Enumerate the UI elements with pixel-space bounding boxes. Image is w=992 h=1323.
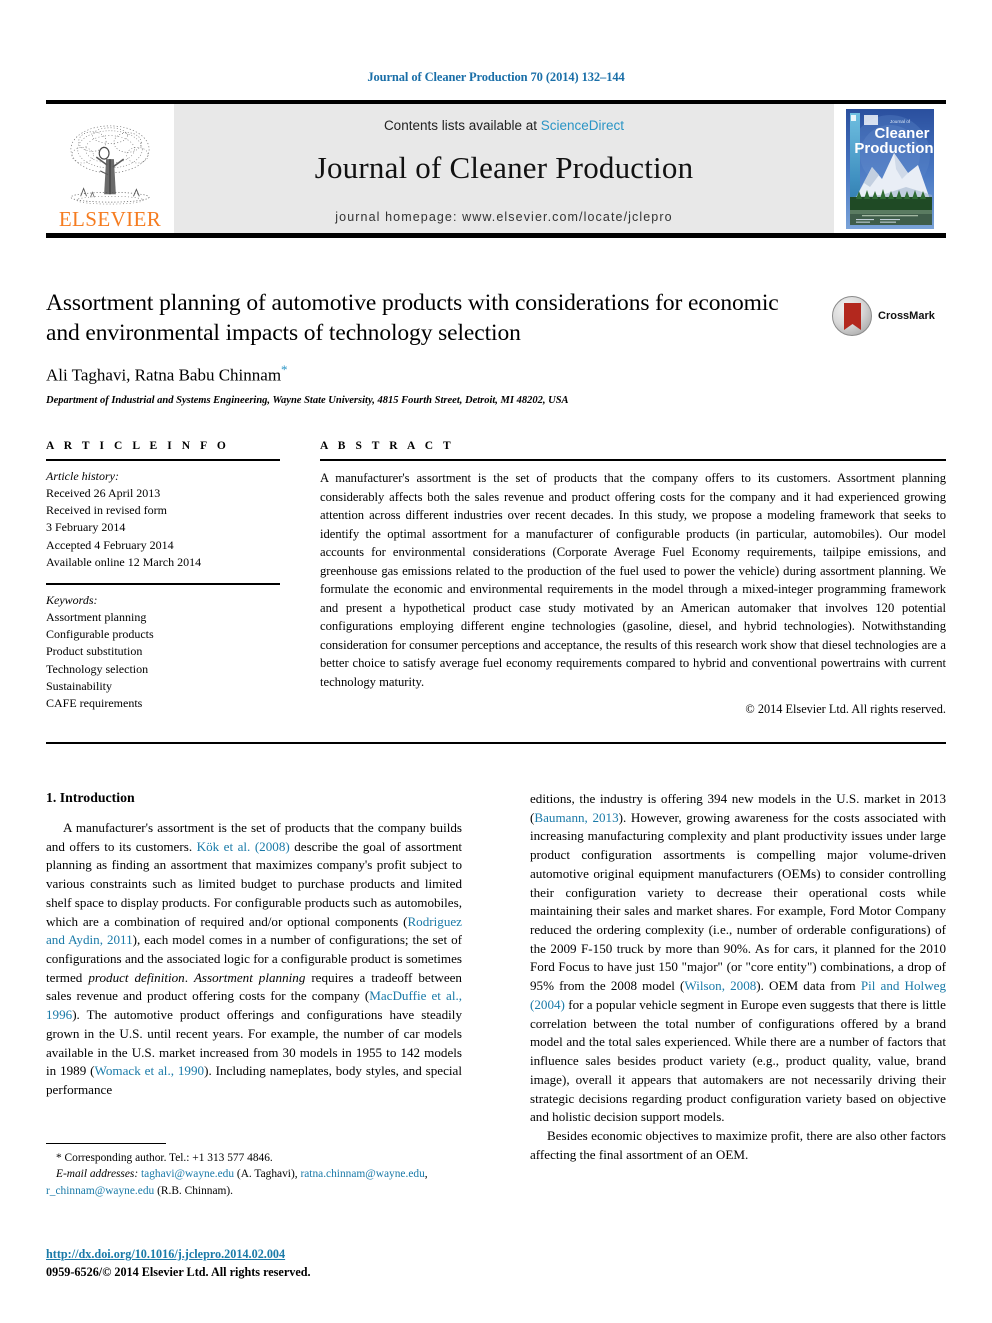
history-item: Accepted 4 February 2014 (46, 537, 174, 552)
svg-text:Journal of: Journal of (890, 119, 911, 124)
citation-link[interactable]: Wilson, 2008 (684, 978, 756, 993)
author-list: Ali Taghavi, Ratna Babu Chinnam* (46, 362, 946, 386)
article-info-column: A R T I C L E I N F O Article history: R… (46, 440, 280, 717)
section-title-introduction: 1. Introduction (46, 790, 135, 805)
column-gutter (280, 440, 320, 717)
abstract-heading: A B S T R A C T (320, 440, 455, 452)
keyword-item: Technology selection (46, 661, 149, 676)
email-link-1[interactable]: taghavi@wayne.edu (141, 1168, 234, 1180)
doi-link[interactable]: http://dx.doi.org/10.1016/j.jclepro.2014… (46, 1247, 486, 1262)
footer-block: http://dx.doi.org/10.1016/j.jclepro.2014… (46, 1247, 486, 1280)
keyword-item: Sustainability (46, 678, 112, 693)
crossmark-label: CrossMark (878, 310, 935, 322)
footnote-rule (46, 1143, 166, 1144)
history-item: 3 February 2014 (46, 520, 126, 535)
email-link-3[interactable]: r_chinnam@wayne.edu (46, 1185, 154, 1197)
elsevier-tree-icon (70, 125, 150, 205)
keyword-item: Configurable products (46, 627, 154, 642)
history-item: Received in revised form (46, 503, 167, 518)
corresponding-author-note: * Corresponding author. Tel.: +1 313 577… (46, 1150, 462, 1199)
keyword-item: Product substitution (46, 644, 143, 659)
body-columns: 1. Introduction A manufacturer's assortm… (46, 790, 946, 1164)
abstract-rule (320, 459, 946, 461)
article-history-block: Article history: Received 26 April 2013 … (46, 468, 280, 571)
abstract-text: A manufacturer's assortment is the set o… (320, 471, 946, 689)
elsevier-logo: ELSEVIER (46, 104, 174, 233)
intro-right-b: ). However, growing awareness for the co… (530, 809, 947, 994)
abstract-column: A B S T R A C T A manufacturer's assortm… (320, 440, 946, 717)
affiliation: Department of Industrial and Systems Eng… (46, 394, 569, 406)
corresponding-author-marker: * (281, 362, 288, 378)
citation-link[interactable]: Baumann, 2013 (534, 810, 618, 825)
email-name-1: (A. Taghavi), (234, 1168, 301, 1181)
journal-cover-thumbnail: Journal of Cleaner Production (846, 108, 934, 229)
body-right-column: editions, the industry is offering 394 n… (530, 790, 946, 1164)
intro-text-d: . (184, 969, 194, 985)
cover-art: Journal of Cleaner Production (846, 108, 934, 229)
citation-link[interactable]: Womack et al., 1990 (95, 1063, 205, 1078)
contents-prefix: Contents lists available at (383, 117, 541, 133)
crossmark-badge-group[interactable]: CrossMark (832, 294, 940, 338)
keyword-item: CAFE requirements (46, 695, 143, 710)
journal-title: Journal of Cleaner Production (314, 149, 694, 185)
intro-italic-term: product definition (88, 969, 185, 985)
journal-homepage-link[interactable]: journal homepage: www.elsevier.com/locat… (335, 210, 672, 224)
page-title: Assortment planning of automotive produc… (46, 290, 779, 347)
keywords-label: Keywords: (46, 592, 98, 607)
info-abstract-region: A R T I C L E I N F O Article history: R… (46, 440, 946, 717)
title-block: CrossMark Assortment planning of automot… (46, 288, 946, 406)
masthead-center-band: Contents lists available at ScienceDirec… (174, 104, 834, 233)
keywords-rule (46, 582, 280, 585)
issn-copyright-line: 0959-6526/© 2014 Elsevier Ltd. All right… (46, 1265, 311, 1279)
intro-right-c: ). OEM data from (756, 978, 861, 994)
keyword-item: Assortment planning (46, 610, 147, 625)
citation-link[interactable]: Kök et al. (2008) (197, 839, 290, 854)
abstract-copyright: © 2014 Elsevier Ltd. All rights reserved… (745, 702, 946, 716)
article-info-rule (46, 459, 280, 461)
elsevier-wordmark: ELSEVIER (58, 207, 162, 231)
journal-article-page: Journal of Cleaner Production 70 (2014) … (0, 0, 992, 1323)
info-abstract-row: A R T I C L E I N F O Article history: R… (46, 440, 946, 717)
intro-paragraph-right-2: Besides economic objectives to maximize … (530, 1127, 946, 1162)
email-sep: , (424, 1168, 428, 1181)
email-addresses-line: E-mail addresses: taghavi@wayne.edu (A. … (46, 1166, 462, 1199)
journal-masthead: ELSEVIER Contents lists available at Sci… (46, 100, 946, 238)
body-gutter (462, 790, 530, 1164)
footnote-block: * Corresponding author. Tel.: +1 313 577… (46, 1143, 462, 1199)
email-name-3: (R.B. Chinnam). (154, 1184, 234, 1197)
crossmark-icon (832, 296, 872, 336)
journal-cover-container: Journal of Cleaner Production (834, 104, 946, 233)
body-separator-rule (46, 742, 946, 744)
body-left-column: 1. Introduction A manufacturer's assortm… (46, 790, 462, 1164)
history-item: Available online 12 March 2014 (46, 554, 202, 569)
contents-available-line: Contents lists available at ScienceDirec… (384, 118, 624, 133)
article-info-heading: A R T I C L E I N F O (46, 440, 230, 452)
keywords-block: Keywords: Assortment planning Configurab… (46, 592, 280, 712)
sciencedirect-link[interactable]: ScienceDirect (541, 118, 624, 133)
masthead-body: ELSEVIER Contents lists available at Sci… (46, 104, 946, 233)
article-history-label: Article history: (46, 469, 119, 483)
email-label: E-mail addresses: (56, 1168, 139, 1181)
corresponding-author-line: * Corresponding author. Tel.: +1 313 577… (56, 1152, 273, 1164)
author-names: Ali Taghavi, Ratna Babu Chinnam (46, 365, 282, 385)
masthead-bottom-rule (46, 233, 946, 238)
intro-right-d: for a popular vehicle segment in Europe … (530, 996, 946, 1125)
intro-paragraph-right: editions, the industry is offering 394 n… (530, 790, 946, 1127)
email-link-2[interactable]: ratna.chinnam@wayne.edu (300, 1168, 424, 1180)
running-head: Journal of Cleaner Production 70 (2014) … (367, 70, 625, 84)
intro-italic-term: Assortment planning (193, 969, 306, 985)
history-item: Received 26 April 2013 (46, 486, 161, 501)
intro-paragraph-left: A manufacturer's assortment is the set o… (46, 819, 462, 1100)
